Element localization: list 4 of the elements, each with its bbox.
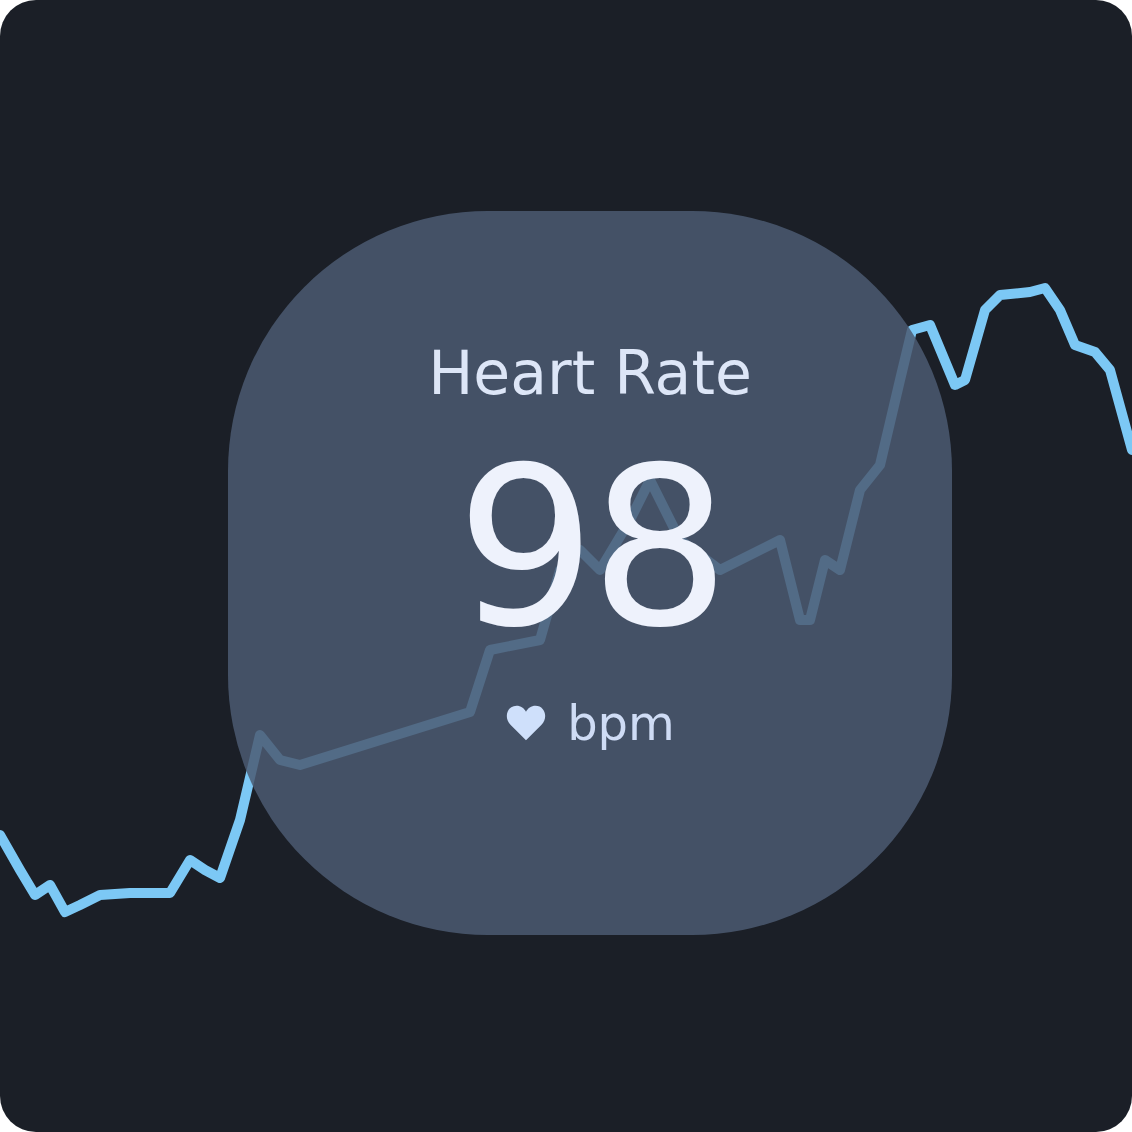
heart-rate-value: 98 — [456, 423, 724, 673]
unit-label: bpm — [567, 694, 675, 753]
heart-icon — [505, 704, 548, 742]
card-title: Heart Rate — [428, 337, 752, 410]
